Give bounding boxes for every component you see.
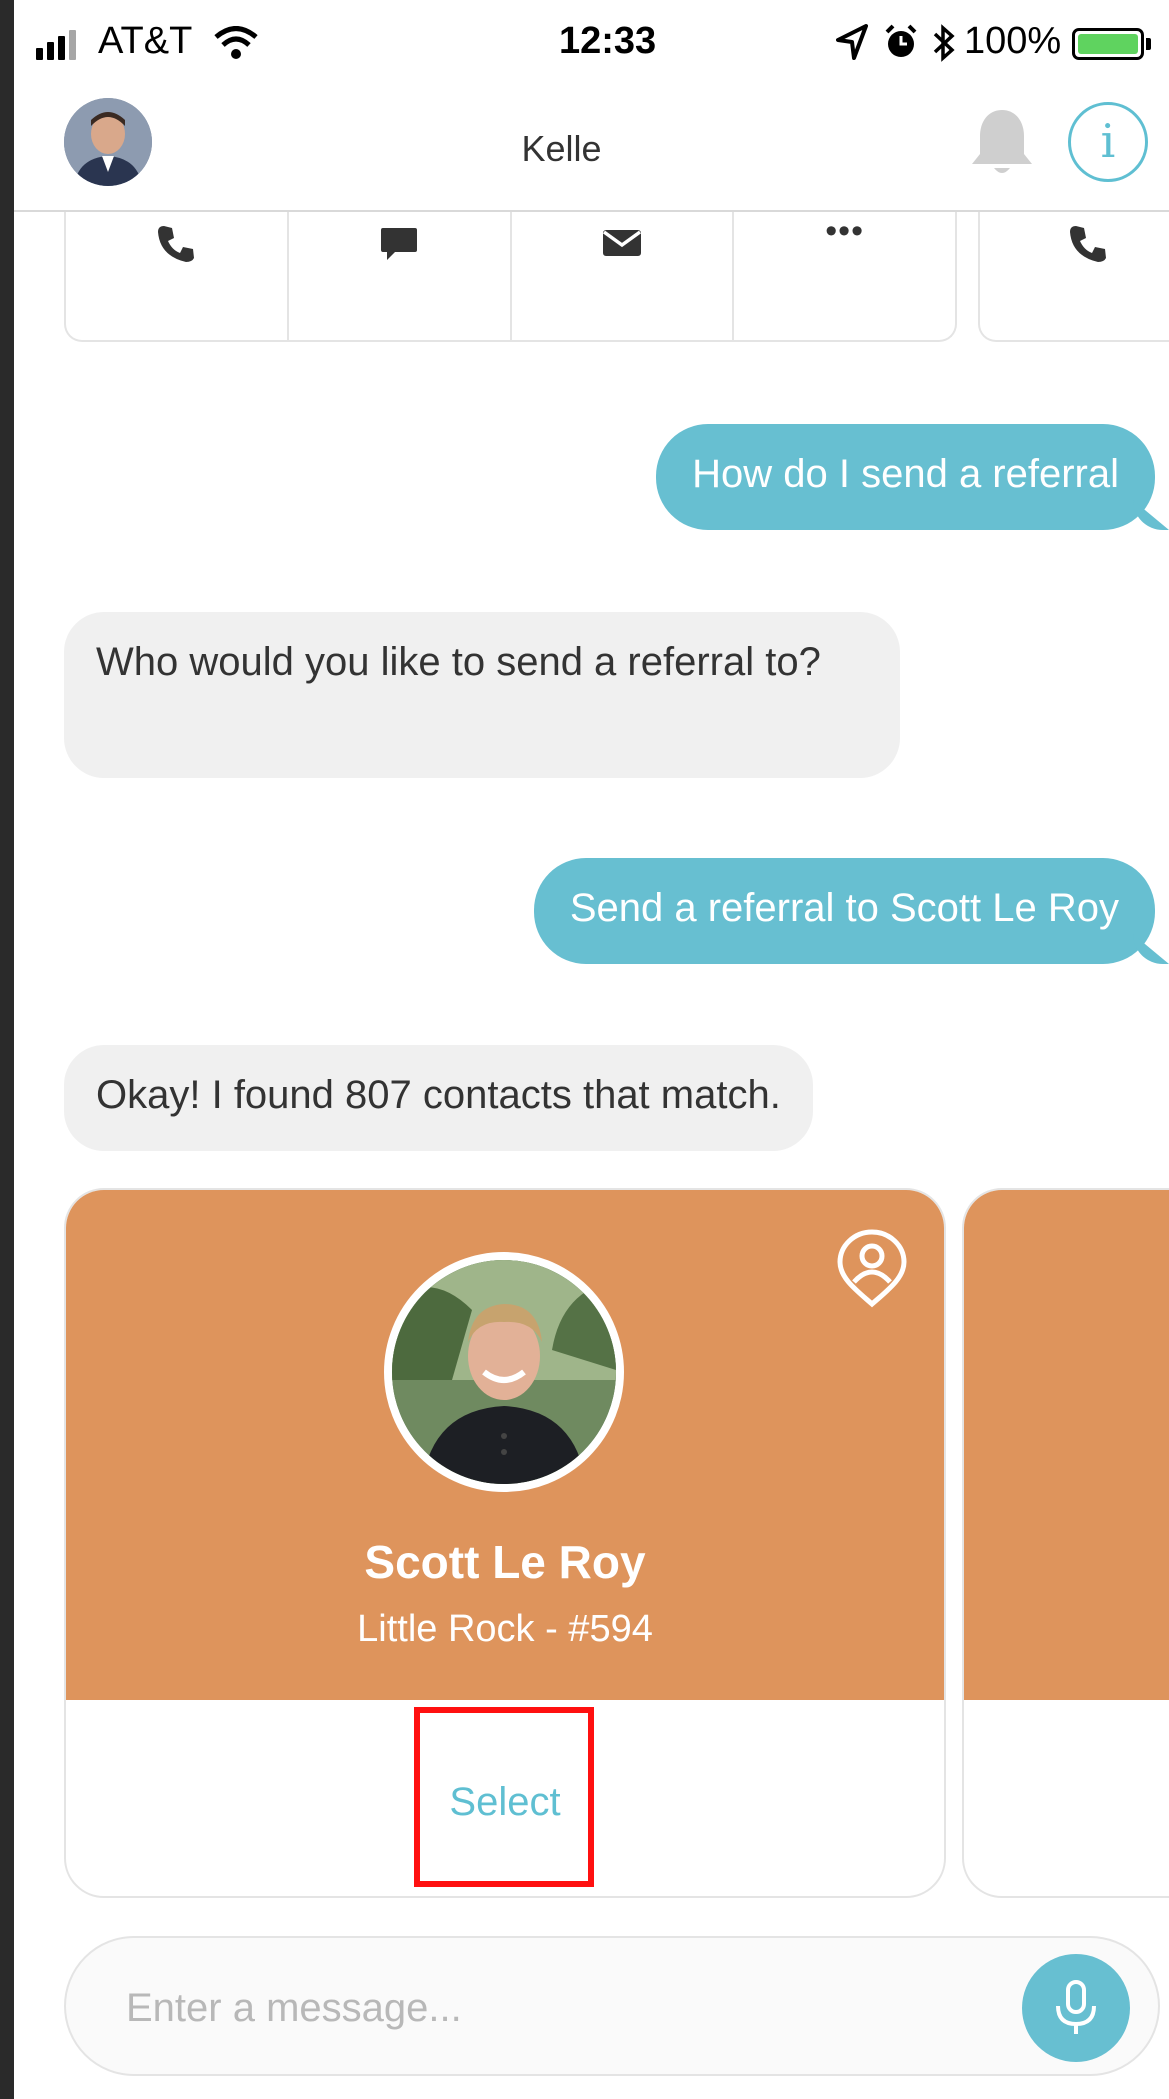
nav-bar: Kelle i [14, 84, 1169, 212]
mic-button[interactable] [1022, 1954, 1130, 2062]
contact-subtitle: Little Rock - #594 [357, 1608, 653, 1650]
contact-name: Scott Le Roy [364, 1536, 646, 1588]
phone-icon [1070, 226, 1106, 262]
clock: 12:33 [559, 20, 657, 62]
mail-icon [602, 230, 641, 256]
message-icon [381, 228, 418, 260]
message-input[interactable] [126, 1978, 1006, 2038]
alarm-icon [885, 24, 917, 57]
bluetooth-icon [933, 24, 955, 62]
battery-percent: 100% [964, 20, 1062, 62]
quick-actions: ••• [64, 212, 1169, 342]
carrier-label: AT&T [98, 20, 193, 62]
bot-message: Who would you like to send a referral to… [64, 612, 900, 778]
contact-photo [384, 1252, 624, 1492]
more-icon: ••• [825, 212, 864, 250]
chat-screen: AT&T 12:33 100% Kelle i ••• How do I sen… [14, 0, 1169, 2099]
call-action[interactable] [66, 212, 289, 340]
info-button[interactable]: i [1068, 102, 1148, 182]
microphone-icon [1056, 1980, 1096, 2034]
bot-message: Okay! I found 807 contacts that match. [64, 1045, 813, 1151]
signal-icon [36, 30, 76, 60]
contact-card-header [964, 1190, 1169, 1700]
wifi-icon [214, 26, 258, 59]
message-composer [64, 1936, 1160, 2076]
user-message: How do I send a referral [656, 424, 1155, 530]
status-bar: AT&T 12:33 100% [14, 0, 1169, 84]
battery-icon [1072, 28, 1144, 60]
contact-card-header: Scott Le Roy Little Rock - #594 [66, 1190, 944, 1700]
call-action[interactable] [980, 212, 1169, 340]
phone-icon [158, 226, 195, 262]
select-highlight-box [414, 1707, 594, 1887]
more-action[interactable]: ••• [734, 212, 955, 340]
email-action[interactable] [512, 212, 735, 340]
user-message: Send a referral to Scott Le Roy [533, 858, 1155, 964]
action-card [978, 212, 1169, 342]
action-card: ••• [64, 212, 957, 342]
contact-card [962, 1188, 1169, 1898]
message-action[interactable] [289, 212, 512, 340]
bell-icon[interactable] [966, 104, 1038, 180]
location-icon [836, 24, 868, 60]
contact-pin-icon[interactable] [836, 1228, 908, 1308]
